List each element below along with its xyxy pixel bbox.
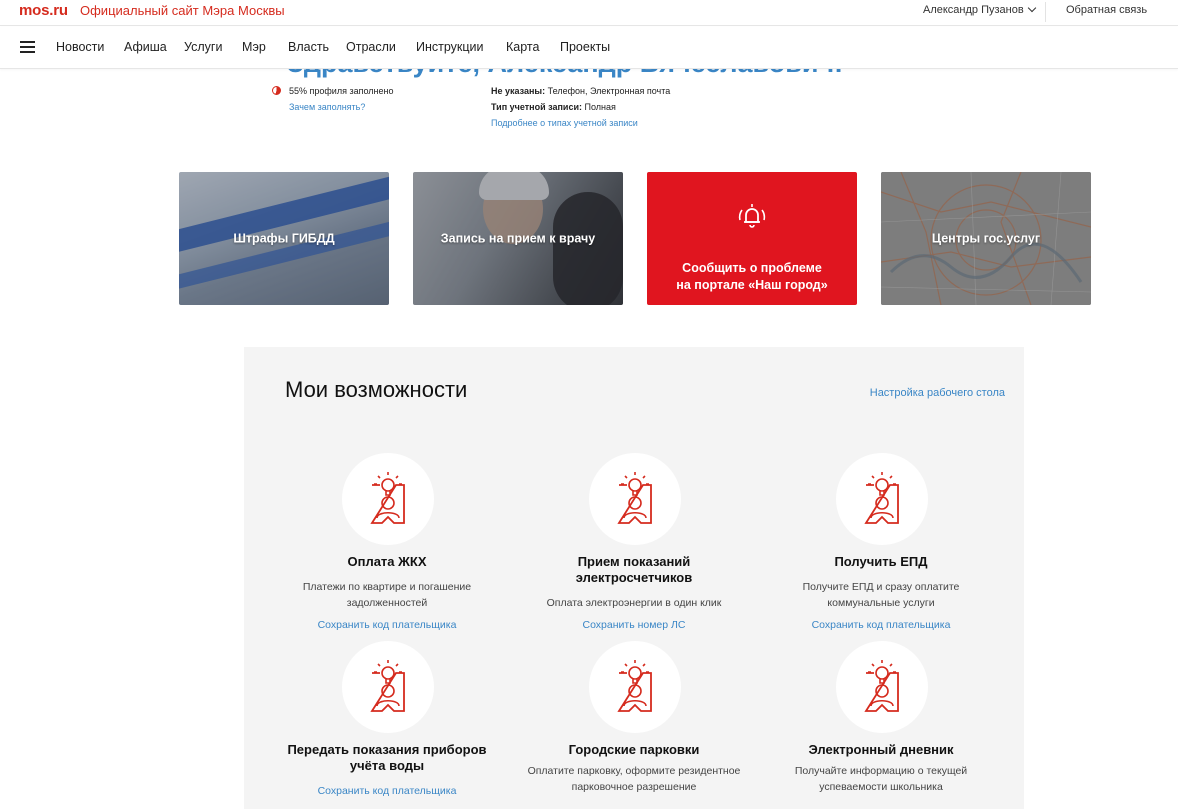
desktop-settings-link[interactable]: Настройка рабочего стола <box>870 387 1005 399</box>
tile-label: Запись на прием к врачу <box>440 231 596 245</box>
account-info: Не указаны: Телефон, Электронная почта Т… <box>491 86 751 134</box>
card-title[interactable]: Прием показаний электросчетчиков <box>564 554 704 586</box>
user-menu[interactable]: Александр Пузанов <box>923 3 1036 16</box>
main-nav: Новости Афиша Услуги Мэр Власть Отрасли … <box>0 27 1178 69</box>
nav-item-map[interactable]: Карта <box>506 40 539 54</box>
tile-label: Штрафы ГИБДД <box>233 231 335 245</box>
card-icon-circle <box>342 641 434 733</box>
nav-item-news[interactable]: Новости <box>56 40 104 54</box>
hamburger-icon[interactable] <box>20 41 35 53</box>
id-card-lightbulb-icon <box>617 660 652 712</box>
tile-doctor-appointment[interactable]: Запись на прием к врачу <box>413 172 623 305</box>
site-title[interactable]: Официальный сайт Мэра Москвы <box>80 3 285 18</box>
save-account-number-link[interactable]: Сохранить номер ЛС <box>514 619 754 631</box>
card-description: Получайте информацию о текущей успеваемо… <box>794 765 968 793</box>
id-card-lightbulb-icon <box>864 472 899 524</box>
card-icon-circle <box>589 453 681 545</box>
tile-label: Центры гос.услуг <box>931 231 1041 245</box>
site-logo[interactable]: mos.ru <box>19 2 68 19</box>
id-card-lightbulb-icon <box>370 660 405 712</box>
card-title[interactable]: Передать показания приборов учёта воды <box>282 742 492 774</box>
top-bar: mos.ru Официальный сайт Мэра Москвы Алек… <box>0 0 1178 26</box>
card-icon-circle <box>836 641 928 733</box>
profile-completion-text: 55% профиля заполнено <box>289 86 394 96</box>
tile-traffic-fines[interactable]: Штрафы ГИБДД <box>179 172 389 305</box>
card-icon-circle <box>342 453 434 545</box>
card-title[interactable]: Электронный дневник <box>761 742 1001 758</box>
nav-item-industries[interactable]: Отрасли <box>346 40 396 54</box>
nav-item-mayor[interactable]: Мэр <box>242 40 266 54</box>
save-payer-code-link[interactable]: Сохранить код плательщика <box>761 619 1001 631</box>
pie-progress-icon <box>272 86 281 95</box>
card-title[interactable]: Получить ЕПД <box>761 554 1001 570</box>
card-description: Получите ЕПД и сразу оплатите коммунальн… <box>802 581 960 609</box>
nav-item-projects[interactable]: Проекты <box>560 40 610 54</box>
card-description: Платежи по квартире и погашение задолжен… <box>302 581 472 609</box>
card-title[interactable]: Оплата ЖКХ <box>267 554 507 570</box>
divider <box>1045 2 1046 22</box>
card-icon-circle <box>589 641 681 733</box>
account-type-value: Полная <box>581 102 616 112</box>
capabilities-panel: Мои возможности Настройка рабочего стола… <box>244 347 1024 809</box>
nav-item-instructions[interactable]: Инструкции <box>416 40 484 54</box>
feedback-link[interactable]: Обратная связь <box>1066 4 1147 16</box>
id-card-lightbulb-icon <box>370 472 405 524</box>
id-card-lightbulb-icon <box>864 660 899 712</box>
id-card-lightbulb-icon <box>617 472 652 524</box>
user-name[interactable]: Александр Пузанов <box>923 4 1024 16</box>
account-types-link[interactable]: Подробнее о типах учетной записи <box>491 118 638 128</box>
missing-fields-value: Телефон, Электронная почта <box>545 86 671 96</box>
alarm-bell-icon <box>738 204 766 228</box>
card-description: Оплата электроэнергии в один клик <box>546 597 722 609</box>
save-payer-code-link[interactable]: Сохранить код плательщика <box>267 619 507 631</box>
card-description: Оплатите парковку, оформите резидентное … <box>527 765 741 793</box>
tile-service-centers[interactable]: Центры гос.услуг <box>881 172 1091 305</box>
card-title[interactable]: Городские парковки <box>514 742 754 758</box>
account-type-label: Тип учетной записи: <box>491 102 582 112</box>
capabilities-title: Мои возможности <box>285 377 468 402</box>
tile-label: Сообщить о проблеме на портале «Наш горо… <box>676 261 828 292</box>
why-fill-link[interactable]: Зачем заполнять? <box>289 102 365 112</box>
nav-item-afisha[interactable]: Афиша <box>124 40 167 54</box>
card-icon-circle <box>836 453 928 545</box>
nav-item-services[interactable]: Услуги <box>184 40 222 54</box>
chevron-down-icon[interactable] <box>1027 3 1036 13</box>
nav-item-government[interactable]: Власть <box>288 40 329 54</box>
tile-report-problem[interactable]: Сообщить о проблеме на портале «Наш горо… <box>647 172 857 305</box>
save-payer-code-link[interactable]: Сохранить код плательщика <box>267 785 507 797</box>
missing-fields-label: Не указаны: <box>491 86 546 96</box>
